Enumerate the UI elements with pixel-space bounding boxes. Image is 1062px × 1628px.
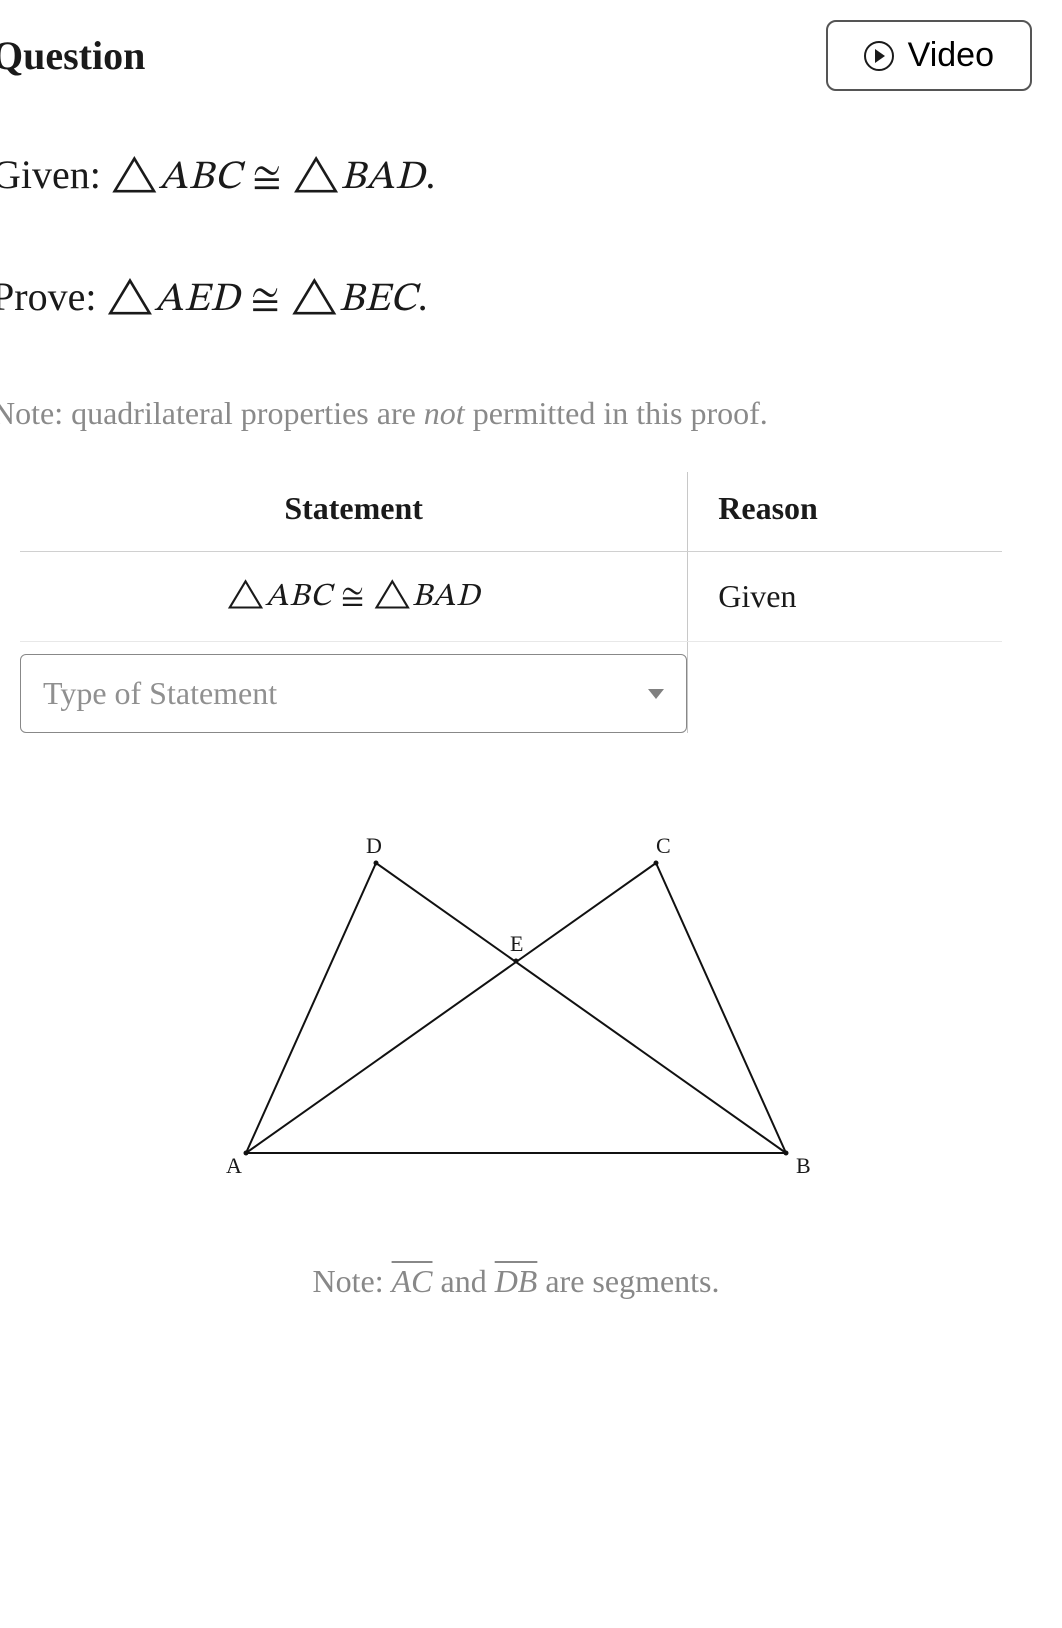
- col-head-statement: Statement: [20, 472, 688, 552]
- given-prefix: Given:: [0, 152, 111, 197]
- figure-note-pre: Note:: [313, 1263, 392, 1299]
- chevron-down-icon: [648, 689, 664, 699]
- proof-table: Statement Reason △ABC ≅ △BAD Given Type …: [20, 472, 1002, 733]
- note-top: Note: quadrilateral properties are not p…: [0, 395, 1032, 432]
- video-button-label: Video: [908, 36, 994, 75]
- video-button[interactable]: Video: [826, 20, 1032, 91]
- point-label-D: D: [366, 833, 382, 858]
- point-label-A: A: [226, 1153, 242, 1178]
- point-label-B: B: [796, 1153, 811, 1178]
- row1-tri2: BAD: [412, 581, 480, 613]
- point-label-E: E: [510, 931, 523, 956]
- segment-BC: [656, 863, 786, 1153]
- given-tri1: ABC: [159, 158, 242, 198]
- prove-statement: Prove: △AED ≅ △BEC.: [0, 273, 1032, 325]
- note-top-post: permitted in this proof.: [465, 395, 768, 431]
- dropdown-placeholder: Type of Statement: [43, 675, 277, 712]
- segment-AC: [246, 863, 656, 1153]
- reason-cell-empty: [688, 642, 1002, 734]
- given-statement: Given: △ABC ≅ △BAD.: [0, 151, 1032, 203]
- figure-note-post: are segments.: [537, 1263, 719, 1299]
- given-tri2: BAD: [341, 158, 426, 198]
- note-top-pre: Note: quadrilateral properties are: [0, 395, 424, 431]
- table-row: Type of Statement: [20, 642, 1002, 734]
- prove-prefix: Prove:: [0, 274, 106, 319]
- table-row: △ABC ≅ △BAD Given: [20, 552, 1002, 642]
- col-head-reason: Reason: [688, 472, 1002, 552]
- point-label-C: C: [656, 833, 671, 858]
- figure-note-seg1: AC: [392, 1263, 433, 1299]
- statement-cell: △ABC ≅ △BAD: [20, 552, 688, 642]
- figure-note-mid: and: [432, 1263, 494, 1299]
- reason-cell: Given: [688, 552, 1002, 642]
- page-title: Question: [0, 32, 145, 79]
- figure-note: Note: AC and DB are segments.: [0, 1263, 1032, 1300]
- statement-type-dropdown[interactable]: Type of Statement: [20, 654, 687, 733]
- row1-tri1: ABC: [265, 581, 332, 613]
- segment-BD: [376, 863, 786, 1153]
- note-top-em: not: [424, 395, 465, 431]
- figure-note-seg2: DB: [495, 1263, 538, 1299]
- segment-AD: [246, 863, 376, 1153]
- prove-tri1: AED: [154, 280, 240, 320]
- play-circle-icon: [864, 41, 894, 71]
- geometry-diagram: A B C D E: [186, 823, 846, 1203]
- prove-tri2: BEC: [339, 280, 418, 320]
